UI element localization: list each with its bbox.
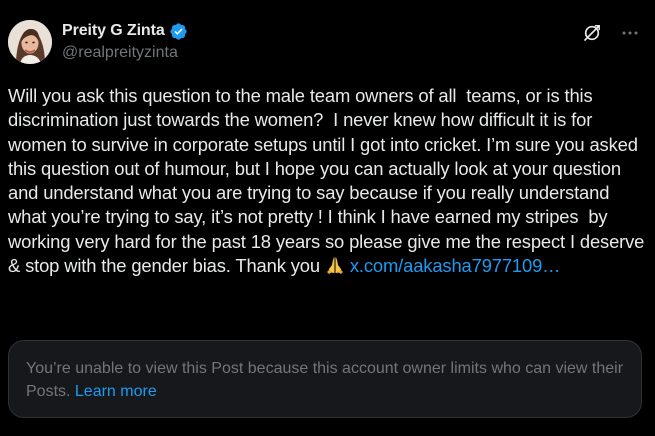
tweet-link[interactable]: x.com/aakasha7977109… [350,255,561,276]
restricted-post-notice: You’re unable to view this Post because … [8,340,642,418]
avatar-image [8,20,52,64]
grok-icon[interactable] [581,22,603,44]
avatar[interactable] [8,20,52,64]
header-actions [581,22,641,44]
post-text-content: Will you ask this question to the male t… [8,85,650,277]
learn-more-link[interactable]: Learn more [75,383,157,400]
display-name[interactable]: Preity G Zinta [62,22,165,40]
post-header: Preity G Zinta @realpreityzinta [8,20,641,68]
author-names: Preity G Zinta @realpreityzinta [62,20,188,62]
more-icon[interactable] [619,22,641,44]
folded-hands-emoji-icon [325,255,345,275]
notice-text: You’re unable to view this Post because … [26,357,624,403]
verified-badge-icon[interactable] [169,22,188,41]
display-name-row: Preity G Zinta [62,20,188,42]
post-text: Will you ask this question to the male t… [8,84,648,278]
author-handle[interactable]: @realpreityzinta [62,44,188,62]
